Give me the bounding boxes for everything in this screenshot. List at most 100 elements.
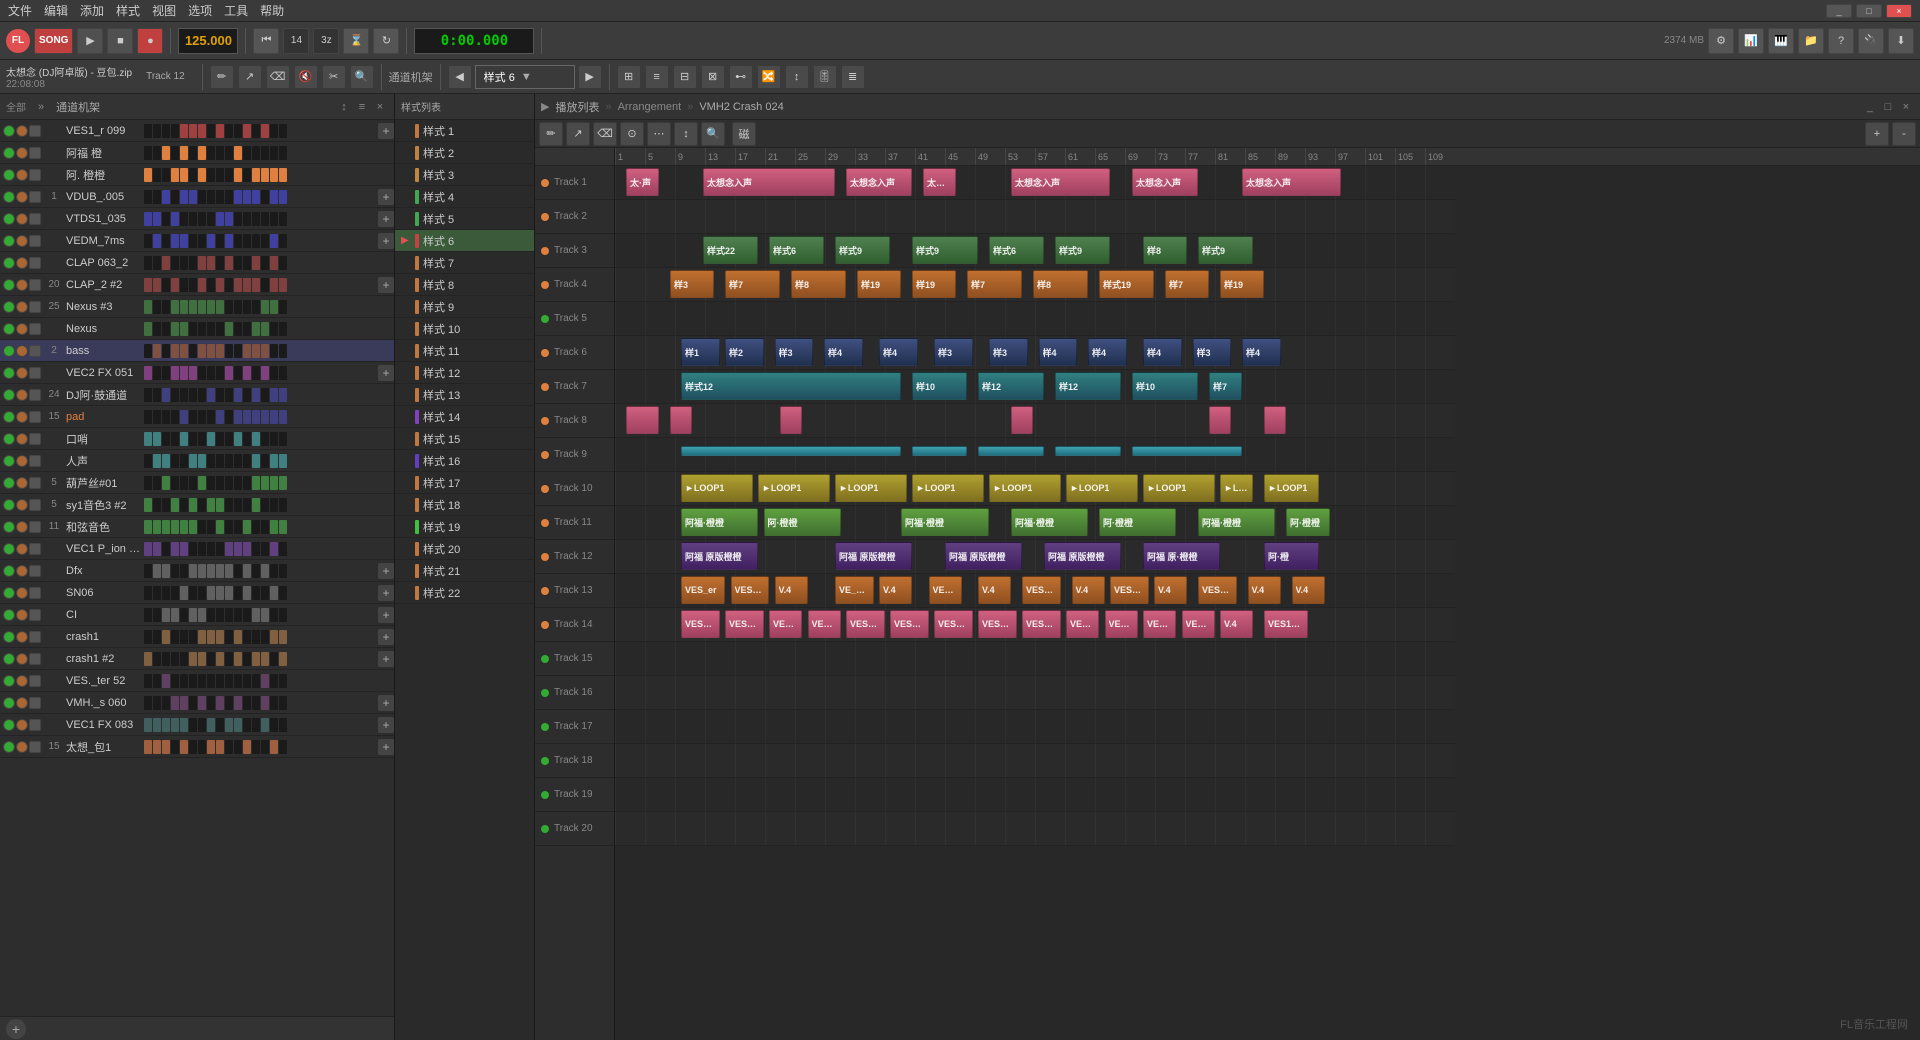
- ch-step[interactable]: [252, 674, 260, 688]
- ch-add-btn[interactable]: +: [378, 365, 394, 381]
- ch-step[interactable]: [243, 476, 251, 490]
- track-label-item[interactable]: Track 2: [535, 200, 614, 234]
- rack-close-btn[interactable]: ×: [372, 99, 388, 115]
- ch-step[interactable]: [144, 740, 152, 754]
- clip-block[interactable]: 太想念入声: [1132, 168, 1198, 196]
- channel-row[interactable]: 5 sy1音色3 #2: [0, 494, 394, 516]
- clip-block[interactable]: 样19: [912, 270, 956, 298]
- ch-step[interactable]: [279, 476, 287, 490]
- clip-block[interactable]: ►LOOP1: [1066, 474, 1138, 502]
- pattern-item[interactable]: 样式 4: [395, 186, 534, 208]
- track-label-item[interactable]: Track 8: [535, 404, 614, 438]
- ch-step[interactable]: [153, 300, 161, 314]
- mute-tool[interactable]: 🔇: [294, 65, 318, 89]
- clip-block[interactable]: VES._er S: [1182, 610, 1215, 638]
- ch-step[interactable]: [189, 432, 197, 446]
- ch-step[interactable]: [144, 564, 152, 578]
- ch-step[interactable]: [279, 410, 287, 424]
- ch-step[interactable]: [216, 124, 224, 138]
- clip-block[interactable]: [912, 446, 967, 456]
- ch-step[interactable]: [207, 652, 215, 666]
- ch-step[interactable]: [216, 630, 224, 644]
- ch-step[interactable]: [144, 124, 152, 138]
- ch-solo-btn[interactable]: [16, 499, 28, 511]
- ch-step[interactable]: [198, 146, 206, 160]
- ch-step[interactable]: [153, 542, 161, 556]
- ch-solo-btn[interactable]: [16, 543, 28, 555]
- ch-step[interactable]: [144, 300, 152, 314]
- ch-step[interactable]: [198, 212, 206, 226]
- arr-close-btn[interactable]: ×: [1898, 99, 1914, 115]
- track-row[interactable]: ►LOOP1►LOOP1►LOOP1►LOOP1►LOOP1►LOOP1►LOO…: [615, 472, 1455, 506]
- ch-step[interactable]: [180, 542, 188, 556]
- ch-select-btn[interactable]: [29, 235, 41, 247]
- ch-step[interactable]: [207, 498, 215, 512]
- ruler-mark[interactable]: 109: [1425, 148, 1455, 165]
- clip-block[interactable]: VE_er S: [835, 576, 874, 604]
- ch-step[interactable]: [207, 586, 215, 600]
- ch-step[interactable]: [189, 454, 197, 468]
- ch-step[interactable]: [207, 388, 215, 402]
- ch-step[interactable]: [180, 520, 188, 534]
- ch-mute-btn[interactable]: [3, 499, 15, 511]
- clip-block[interactable]: 样4: [1039, 338, 1078, 366]
- arr-tool6[interactable]: ↕: [674, 122, 698, 146]
- ch-step[interactable]: [171, 344, 179, 358]
- ch-step[interactable]: [252, 344, 260, 358]
- ch-step[interactable]: [279, 234, 287, 248]
- ch-step[interactable]: [198, 322, 206, 336]
- ch-step[interactable]: [171, 388, 179, 402]
- ch-step[interactable]: [216, 146, 224, 160]
- ch-step[interactable]: [279, 168, 287, 182]
- ch-step[interactable]: [189, 586, 197, 600]
- ch-step[interactable]: [216, 300, 224, 314]
- ch-mute-btn[interactable]: [3, 279, 15, 291]
- ch-step[interactable]: [189, 498, 197, 512]
- ch-step[interactable]: [189, 388, 197, 402]
- ch-step[interactable]: [144, 432, 152, 446]
- ch-step[interactable]: [171, 498, 179, 512]
- ch-select-btn[interactable]: [29, 345, 41, 357]
- ch-step[interactable]: [153, 564, 161, 578]
- track-label-item[interactable]: Track 12: [535, 540, 614, 574]
- ch-step[interactable]: [252, 234, 260, 248]
- ch-step[interactable]: [180, 234, 188, 248]
- clip-block[interactable]: VES1_F_er 099: [1264, 610, 1308, 638]
- ch-step[interactable]: [234, 718, 242, 732]
- ch-step[interactable]: [225, 168, 233, 182]
- track-label-item[interactable]: Track 7: [535, 370, 614, 404]
- ch-step[interactable]: [162, 740, 170, 754]
- ch-solo-btn[interactable]: [16, 191, 28, 203]
- ch-add-btn[interactable]: +: [378, 563, 394, 579]
- ch-step[interactable]: [189, 124, 197, 138]
- ch-step[interactable]: [252, 652, 260, 666]
- clip-block[interactable]: V.4: [879, 576, 912, 604]
- clip-block[interactable]: 样4: [1242, 338, 1281, 366]
- ch-step[interactable]: [162, 586, 170, 600]
- clip-block[interactable]: VES_er: [731, 576, 770, 604]
- ch-step[interactable]: [261, 674, 269, 688]
- ch-step[interactable]: [270, 388, 278, 402]
- clip-block[interactable]: 样4: [1143, 338, 1182, 366]
- ch-step[interactable]: [252, 586, 260, 600]
- channel-btn8[interactable]: 🎚: [813, 65, 837, 89]
- ch-step[interactable]: [171, 696, 179, 710]
- channel-row[interactable]: 15 太想_包1 +: [0, 736, 394, 758]
- track-row[interactable]: 阿福 原版橙橙阿福 原版橙橙阿福 原版橙橙阿福 原版橙橙阿福 原·橙橙阿·橙: [615, 540, 1455, 574]
- clip-block[interactable]: ►LOOP1: [758, 474, 830, 502]
- ch-step[interactable]: [261, 256, 269, 270]
- clip-block[interactable]: VES_er: [725, 610, 764, 638]
- ch-step[interactable]: [261, 586, 269, 600]
- clip-block[interactable]: VES1 F_er 099: [1143, 610, 1176, 638]
- ch-select-btn[interactable]: [29, 477, 41, 489]
- ch-step[interactable]: [144, 520, 152, 534]
- track-row[interactable]: [615, 438, 1455, 472]
- ch-step[interactable]: [216, 454, 224, 468]
- ruler-mark[interactable]: 41: [915, 148, 945, 165]
- arr-zoom-in[interactable]: +: [1865, 122, 1889, 146]
- channel-row[interactable]: 5 葫芦丝#01: [0, 472, 394, 494]
- ch-step[interactable]: [171, 300, 179, 314]
- ch-step[interactable]: [279, 212, 287, 226]
- ch-step[interactable]: [144, 410, 152, 424]
- clip-block[interactable]: VES1_F_er 099: [1066, 610, 1099, 638]
